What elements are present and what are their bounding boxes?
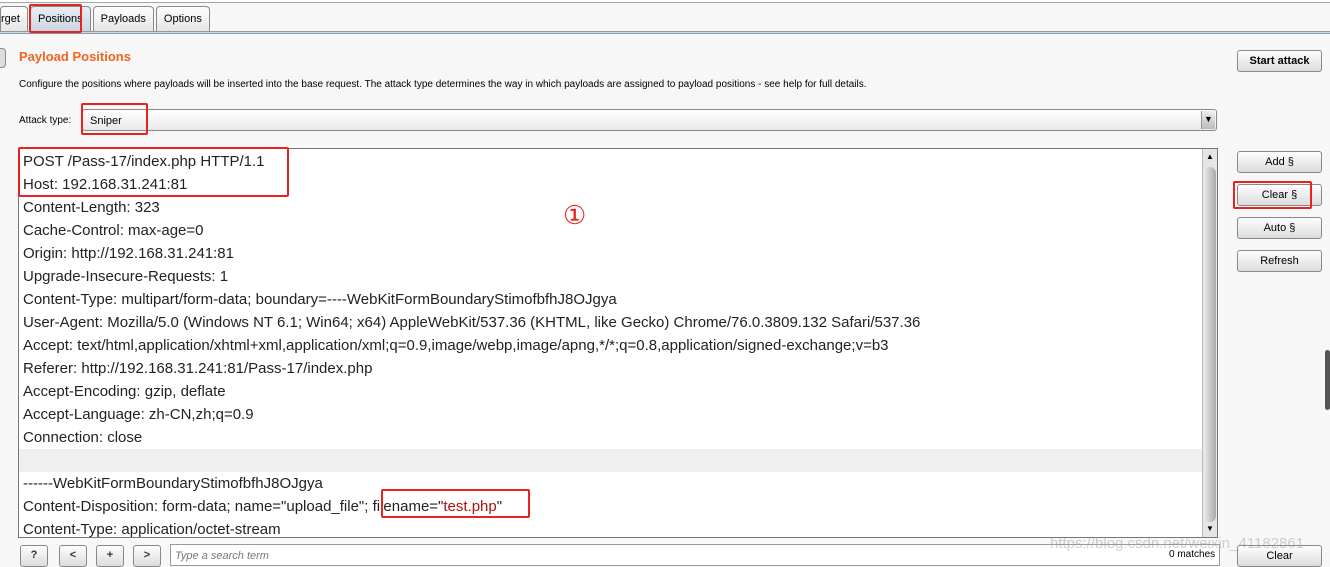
request-line: Accept: text/html,application/xhtml+xml,… (23, 337, 889, 354)
request-line: Connection: close (23, 429, 143, 446)
watermark: https://blog.csdn.net/weixin_41182861 (1050, 535, 1305, 552)
section-title: Payload Positions (19, 49, 131, 64)
request-line: Content-Disposition: form-data; name="up… (23, 498, 503, 515)
highlight-box (29, 4, 82, 33)
highlight-box (81, 103, 148, 135)
search-prev-button[interactable]: < (59, 545, 87, 567)
request-line: Content-Type: application/octet-stream (23, 521, 281, 538)
request-line (19, 449, 1217, 472)
top-border (0, 0, 1330, 3)
scroll-down-icon[interactable]: ▼ (1203, 522, 1217, 536)
highlight-box (1233, 181, 1312, 209)
request-line: Upgrade-Insecure-Requests: 1 (23, 268, 229, 285)
request-editor[interactable]: POST /Pass-17/index.php HTTP/1.1 Host: 19… (18, 148, 1218, 538)
help-button[interactable] (0, 48, 6, 68)
request-line: Referer: http://192.168.31.241:81/Pass-1… (23, 360, 373, 377)
search-next-button[interactable]: > (133, 545, 161, 567)
search-add-button[interactable]: + (96, 545, 124, 567)
request-line: Origin: http://192.168.31.241:81 (23, 245, 234, 262)
refresh-button[interactable]: Refresh (1237, 250, 1322, 272)
attack-type-select[interactable]: Sniper ▼ (82, 109, 1217, 131)
tab-options[interactable]: Options (155, 6, 210, 31)
vertical-scrollbar[interactable]: ▲ ▼ (1202, 149, 1217, 537)
auto-marker-button[interactable]: Auto § (1237, 217, 1322, 239)
request-line: User-Agent: Mozilla/5.0 (Windows NT 6.1;… (23, 314, 921, 331)
add-marker-button[interactable]: Add § (1237, 151, 1322, 173)
section-description: Configure the positions where payloads w… (19, 79, 867, 90)
scroll-up-icon[interactable]: ▲ (1203, 150, 1217, 164)
tab-payloads[interactable]: Payloads (92, 6, 154, 31)
search-help-button[interactable]: ? (20, 545, 48, 567)
resize-handle[interactable] (1325, 350, 1330, 410)
tab-target[interactable]: rget (0, 6, 28, 31)
request-line: Accept-Encoding: gzip, deflate (23, 383, 226, 400)
highlight-box (18, 147, 289, 197)
start-attack-button[interactable]: Start attack (1237, 50, 1322, 72)
highlight-box (381, 489, 530, 518)
request-line: Accept-Language: zh-CN,zh;q=0.9 (23, 406, 254, 423)
annotation-number: ① (563, 200, 587, 230)
tab-underline (0, 31, 1330, 34)
request-line: ------WebKitFormBoundaryStimofbfhJ8OJgya (23, 475, 323, 492)
request-line: Content-Length: 323 (23, 199, 160, 216)
request-line: Content-Type: multipart/form-data; bound… (23, 291, 617, 308)
attack-type-label: Attack type: (19, 115, 72, 126)
scrollbar-thumb[interactable] (1204, 167, 1216, 522)
request-line: Cache-Control: max-age=0 (23, 222, 204, 239)
chevron-down-icon: ▼ (1201, 111, 1215, 129)
